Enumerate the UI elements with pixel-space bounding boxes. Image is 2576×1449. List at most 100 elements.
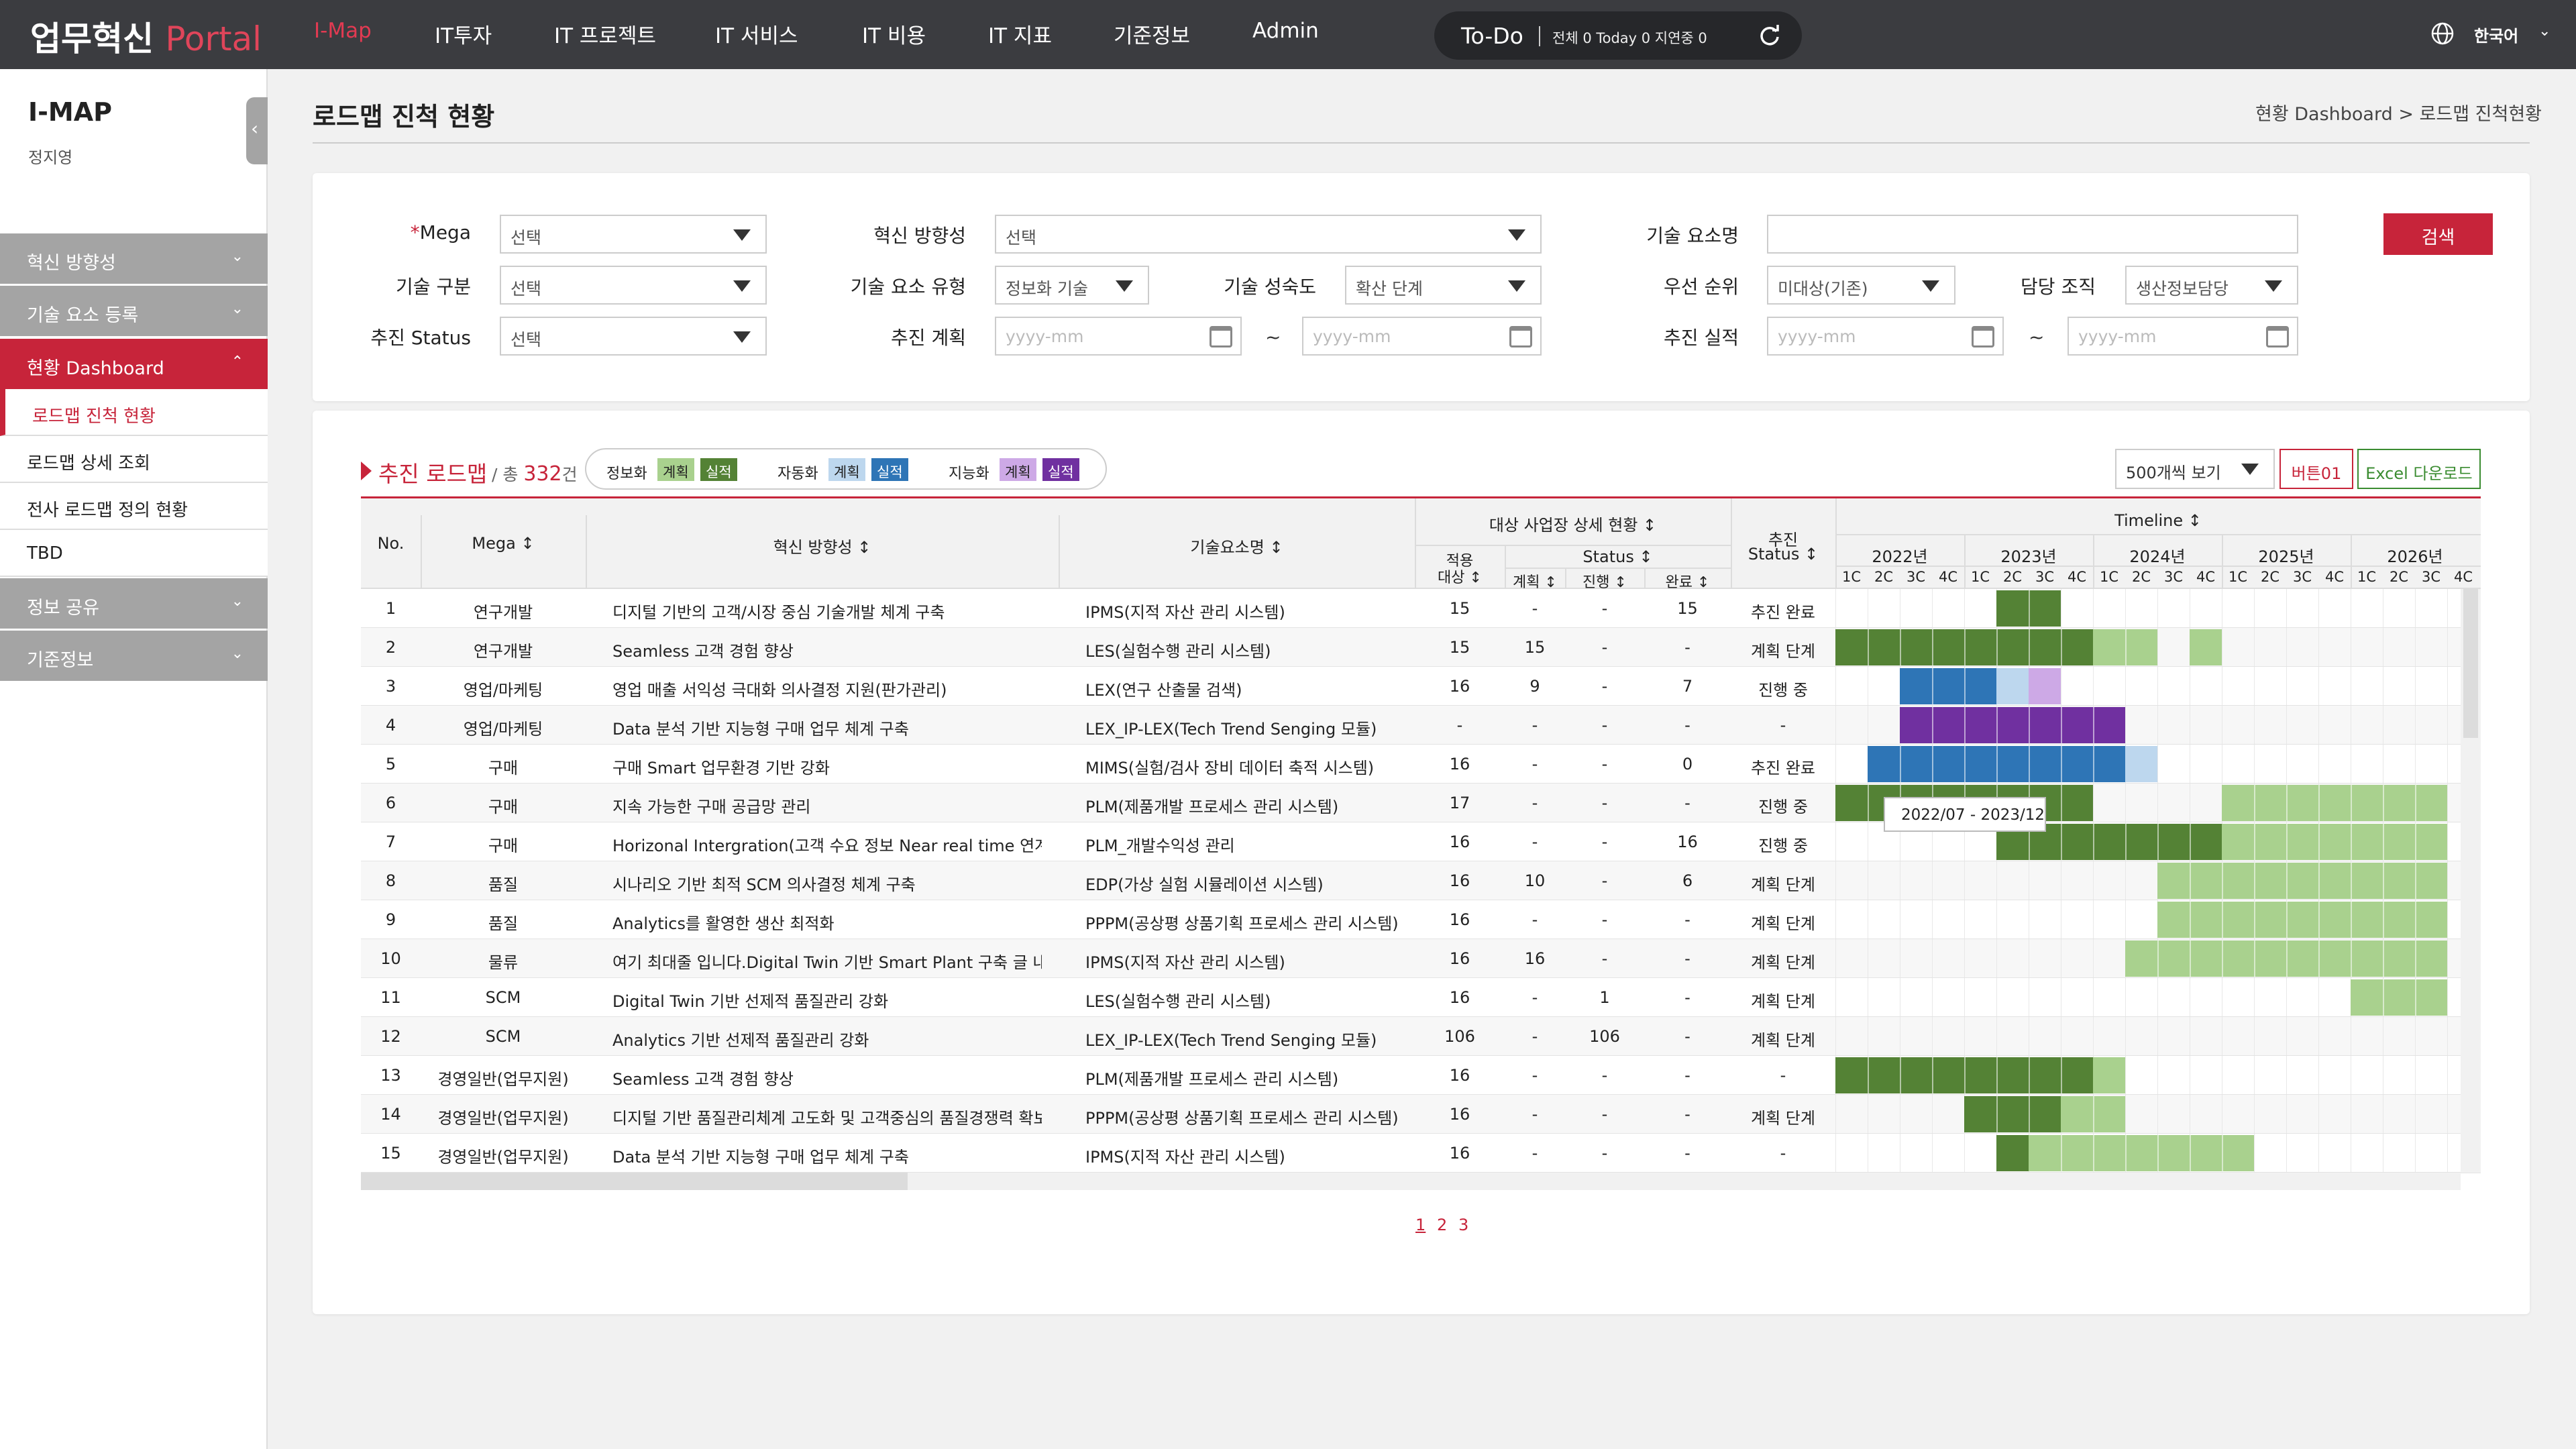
tech-type-select[interactable]: 선택 [500, 266, 767, 305]
refresh-icon[interactable] [1758, 23, 1782, 48]
timeline-quarter-header: 2C [2002, 569, 2023, 585]
nav-reference-info[interactable]: 기준정보 [1114, 19, 1190, 49]
globe-icon[interactable] [2430, 21, 2455, 46]
cell-progress: - [1601, 1105, 1608, 1124]
tech-name-input[interactable] [1767, 215, 2298, 254]
calendar-icon[interactable] [2266, 326, 2289, 347]
gantt-bar[interactable] [2157, 902, 2447, 938]
language-label[interactable]: 한국어 [2474, 23, 2518, 46]
col-header-direction[interactable]: 혁신 방향성 ↕ [586, 534, 1059, 557]
calendar-icon[interactable] [1210, 326, 1232, 347]
nav-it-metric[interactable]: IT 지표 [988, 19, 1052, 49]
gantt-bar[interactable] [2093, 1057, 2125, 1093]
todo-widget[interactable]: To-Do 전체 0 Today 0 지연중 0 [1434, 11, 1802, 60]
breadcrumb[interactable]: 현황 Dashboard > 로드맵 진척현황 [2255, 99, 2542, 125]
gantt-bar[interactable] [1996, 1135, 2029, 1171]
pagination-page-3[interactable]: 3 [1458, 1216, 1468, 1234]
element-type-select[interactable]: 정보화 기술 [995, 266, 1149, 305]
nav-imap[interactable]: I-Map [314, 19, 372, 43]
maturity-label: 기술 성숙도 [1224, 276, 1316, 298]
button-01[interactable]: 버튼01 [2279, 449, 2353, 489]
gantt-bar-separator [2318, 941, 2320, 977]
plan-from-input[interactable]: yyyy-mm [995, 317, 1242, 356]
gantt-bar[interactable] [2125, 746, 2157, 782]
gantt-bar[interactable] [2351, 979, 2447, 1016]
gantt-bar-separator [1964, 668, 1966, 704]
timeline-quarter-header: 4C [2324, 569, 2345, 585]
col-header-no[interactable]: No. [361, 534, 421, 553]
gantt-bar[interactable] [1900, 668, 1996, 704]
nav-it-project[interactable]: IT 프로젝트 [554, 19, 656, 49]
status-select[interactable]: 선택 [500, 317, 767, 356]
nav-it-cost[interactable]: IT 비용 [862, 19, 926, 49]
nav-it-investment[interactable]: IT투자 [435, 19, 492, 49]
priority-select[interactable]: 미대상(기존) [1767, 266, 1955, 305]
gantt-bar[interactable] [1964, 1096, 2061, 1132]
cell-apply: 15 [1449, 599, 1470, 618]
calendar-icon[interactable] [1972, 326, 1994, 347]
cell-push-status: - [1780, 1144, 1786, 1163]
gantt-bar[interactable] [1996, 668, 2029, 704]
sidebar-subitem-tbd[interactable]: TBD [0, 530, 268, 577]
excel-download-button[interactable]: Excel 다운로드 [2357, 449, 2481, 489]
gantt-bar[interactable] [1900, 707, 2125, 743]
search-button[interactable]: 검색 [2383, 213, 2493, 255]
col-header-tech[interactable]: 기술요소명 ↕ [1059, 534, 1415, 557]
cell-apply: 16 [1449, 1105, 1470, 1124]
timeline-gridline [2415, 1017, 2416, 1056]
gantt-bar-separator [1996, 1096, 1998, 1132]
gantt-bar-separator [2190, 902, 2191, 938]
org-select[interactable]: 생산정보담당 [2125, 266, 2298, 305]
timeline-gridline [2415, 745, 2416, 784]
nav-admin[interactable]: Admin [1252, 19, 1319, 43]
timeline-gridline [2157, 706, 2158, 745]
direction-select-value: 선택 [1006, 228, 1037, 248]
sidebar-subitem-company-roadmap[interactable]: 전사 로드맵 정의 현황 [0, 483, 268, 530]
actual-from-input[interactable]: yyyy-mm [1767, 317, 2004, 356]
sidebar-item-info-share[interactable]: 정보 공유 ⌄ [0, 578, 268, 629]
portal-logo[interactable]: 업무혁신 Portal [30, 12, 262, 60]
cell-done: - [1684, 794, 1690, 812]
sidebar-collapse-button[interactable]: ‹ [246, 97, 268, 164]
sidebar-item-tech-register[interactable]: 기술 요소 등록 ⌄ [0, 286, 268, 336]
nav-it-service[interactable]: IT 서비스 [715, 19, 798, 49]
chevron-down-icon[interactable]: ⌄ [2538, 23, 2551, 40]
gantt-bar[interactable] [2157, 863, 2447, 899]
vertical-scroll-thumb[interactable] [2463, 589, 2478, 738]
col-header-site-group[interactable]: 대상 사업장 상세 현황 ↕ [1415, 512, 1731, 535]
gantt-bar[interactable] [2029, 668, 2061, 704]
col-header-mega[interactable]: Mega ↕ [421, 534, 586, 553]
plan-to-input[interactable]: yyyy-mm [1302, 317, 1542, 356]
col-header-push-status[interactable]: Status ↕ [1731, 545, 1835, 564]
todo-summary: 전체 0 Today 0 지연중 0 [1552, 30, 1707, 46]
cell-direction: Data 분석 기반 지능형 구매 업무 체계 구축 [612, 720, 909, 739]
cell-push-status: 계획 단계 [1751, 1031, 1815, 1050]
actual-to-input[interactable]: yyyy-mm [2068, 317, 2298, 356]
page-size-select[interactable]: 500개씩 보기 [2115, 449, 2275, 489]
element-type-label: 기술 요소 유형 [850, 276, 966, 298]
timeline-gridline [2254, 1095, 2255, 1134]
sidebar-item-dashboard[interactable]: 현황 Dashboard ⌃ [0, 339, 268, 389]
calendar-icon[interactable] [1509, 326, 1532, 347]
sidebar-subitem-roadmap-detail[interactable]: 로드맵 상세 조회 [0, 436, 268, 483]
col-header-timeline[interactable]: Timeline ↕ [1835, 511, 2481, 530]
cell-apply: 15 [1449, 638, 1470, 657]
col-header-apply-2[interactable]: 대상 ↕ [1415, 566, 1505, 587]
gantt-bar[interactable] [2029, 1135, 2254, 1171]
sidebar-item-innovation-direction[interactable]: 혁신 방향성 ⌄ [0, 233, 268, 284]
sidebar-subitem-roadmap-progress[interactable]: 로드맵 진척 현황 [0, 389, 268, 436]
cell-done: - [1684, 949, 1690, 968]
pagination-page-2[interactable]: 2 [1437, 1216, 1447, 1234]
pagination-page-1[interactable]: 1 [1415, 1216, 1426, 1234]
mega-select[interactable]: 선택 [500, 215, 767, 254]
horizontal-scroll-thumb[interactable] [361, 1173, 908, 1190]
direction-select[interactable]: 선택 [995, 215, 1542, 254]
gantt-bar[interactable] [2222, 824, 2447, 860]
gantt-bar[interactable] [2190, 629, 2222, 665]
timeline-gridline [1835, 861, 1836, 900]
col-header-status-group[interactable]: Status ↕ [1505, 547, 1731, 566]
gantt-bar[interactable] [2222, 785, 2447, 821]
sidebar-item-reference-info[interactable]: 기준정보 ⌄ [0, 631, 268, 681]
cell-plan: - [1532, 755, 1538, 773]
maturity-select[interactable]: 확산 단계 [1345, 266, 1542, 305]
